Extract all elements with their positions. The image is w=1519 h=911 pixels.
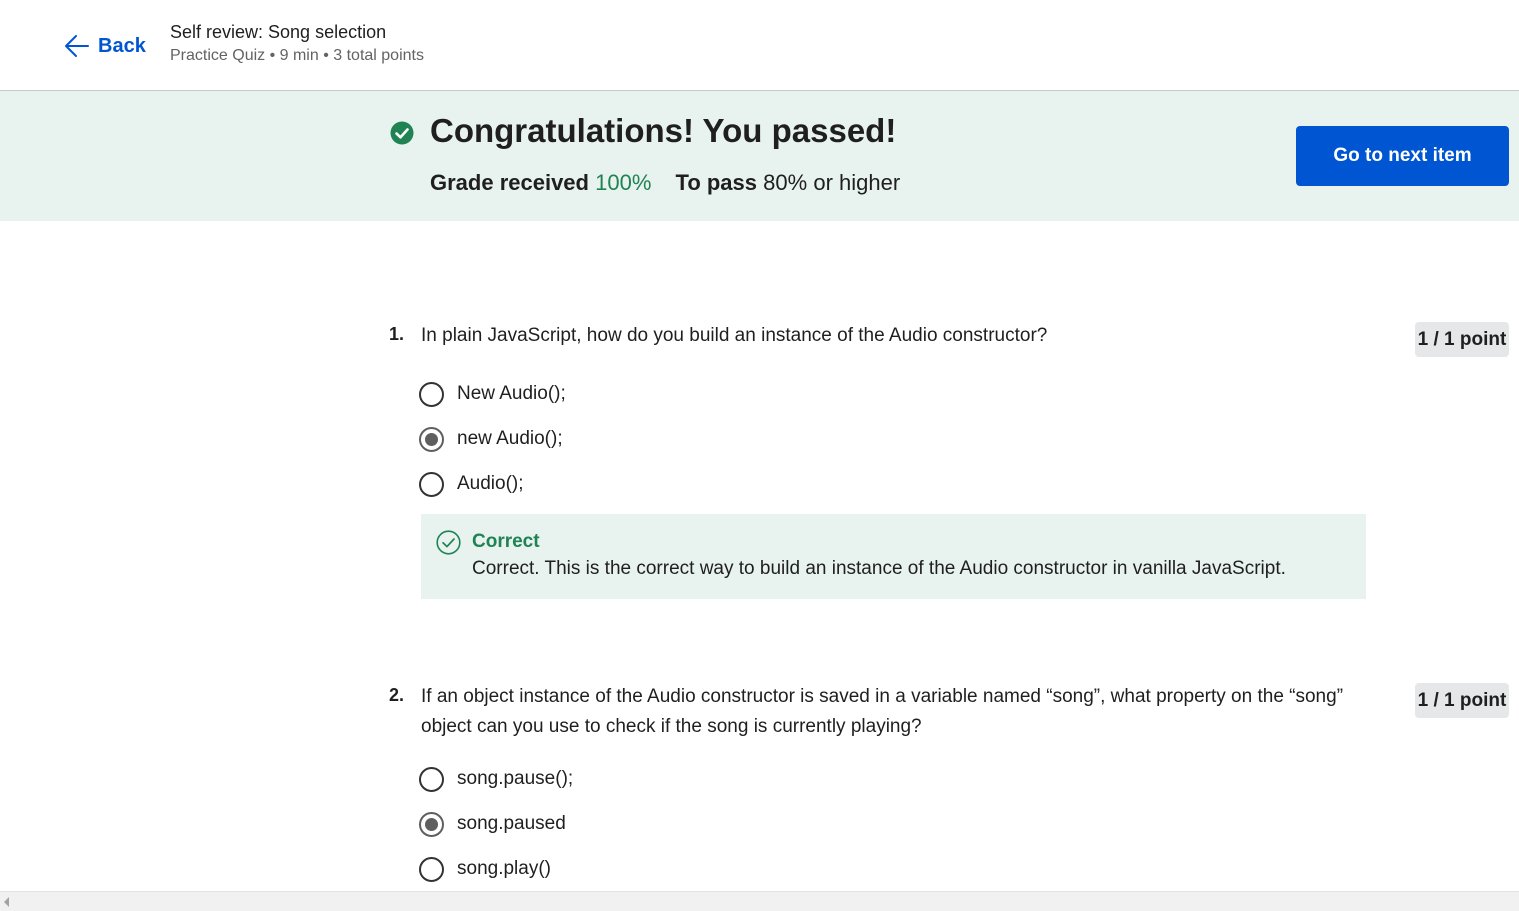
- radio-button[interactable]: [419, 381, 444, 407]
- answer-option[interactable]: song.pause();: [419, 764, 573, 794]
- answer-option[interactable]: song.paused: [419, 809, 566, 839]
- check-circle-outline-icon: [436, 530, 461, 555]
- option-label: song.play(): [457, 858, 551, 879]
- question-number: 1.: [389, 324, 405, 344]
- radio-button[interactable]: [419, 856, 444, 882]
- radio-button-selected[interactable]: [419, 811, 444, 837]
- question-text: If an object instance of the Audio const…: [421, 686, 1344, 737]
- answer-option[interactable]: Audio();: [419, 469, 524, 499]
- option-label: song.pause();: [457, 768, 574, 789]
- banner-title: Congratulations! You passed!: [430, 112, 897, 149]
- top-header: Back Self review: Song selection Practic…: [0, 0, 1519, 91]
- option-label: New Audio();: [457, 383, 566, 404]
- arrow-left-icon: [65, 35, 89, 57]
- horizontal-scrollbar[interactable]: [0, 891, 1519, 911]
- feedback-title: Correct: [472, 531, 540, 552]
- quiz-results-page: Back Self review: Song selection Practic…: [0, 0, 1519, 911]
- points-badge: 1 / 1 point: [1415, 322, 1509, 357]
- option-label: Audio();: [457, 473, 524, 494]
- feedback-box: [421, 514, 1366, 599]
- scroll-left-arrow-icon[interactable]: [4, 897, 9, 907]
- option-label: song.paused: [457, 813, 566, 834]
- grade-label: Grade received: [430, 170, 589, 195]
- option-label: new Audio();: [457, 428, 563, 449]
- grade-value: 100%: [595, 170, 652, 195]
- back-link[interactable]: Back: [64, 30, 146, 62]
- question-number: 2.: [389, 685, 405, 705]
- quiz-title: Self review: Song selection: [170, 22, 387, 42]
- answer-option[interactable]: New Audio();: [419, 379, 566, 409]
- grade-summary: Grade received 100% To pass 80% or highe…: [430, 170, 900, 196]
- pass-suffix: or higher: [813, 170, 901, 195]
- quiz-meta: Practice Quiz • 9 min • 3 total points: [170, 47, 424, 64]
- radio-button[interactable]: [419, 471, 444, 497]
- answer-option[interactable]: song.play(): [419, 854, 551, 884]
- question-text: In plain JavaScript, how do you build an…: [421, 325, 1048, 346]
- feedback-text: Correct. This is the correct way to buil…: [472, 558, 1286, 579]
- radio-button[interactable]: [419, 766, 444, 792]
- radio-button-selected[interactable]: [419, 426, 444, 452]
- pass-banner: [0, 91, 1519, 221]
- go-to-next-item-button[interactable]: Go to next item: [1296, 126, 1509, 186]
- pass-value: 80%: [763, 170, 808, 195]
- answer-option[interactable]: new Audio();: [419, 424, 563, 454]
- back-label[interactable]: Back: [98, 35, 146, 58]
- check-circle-filled-icon: [390, 121, 414, 145]
- pass-label: To pass: [675, 170, 758, 195]
- points-badge: 1 / 1 point: [1415, 683, 1509, 718]
